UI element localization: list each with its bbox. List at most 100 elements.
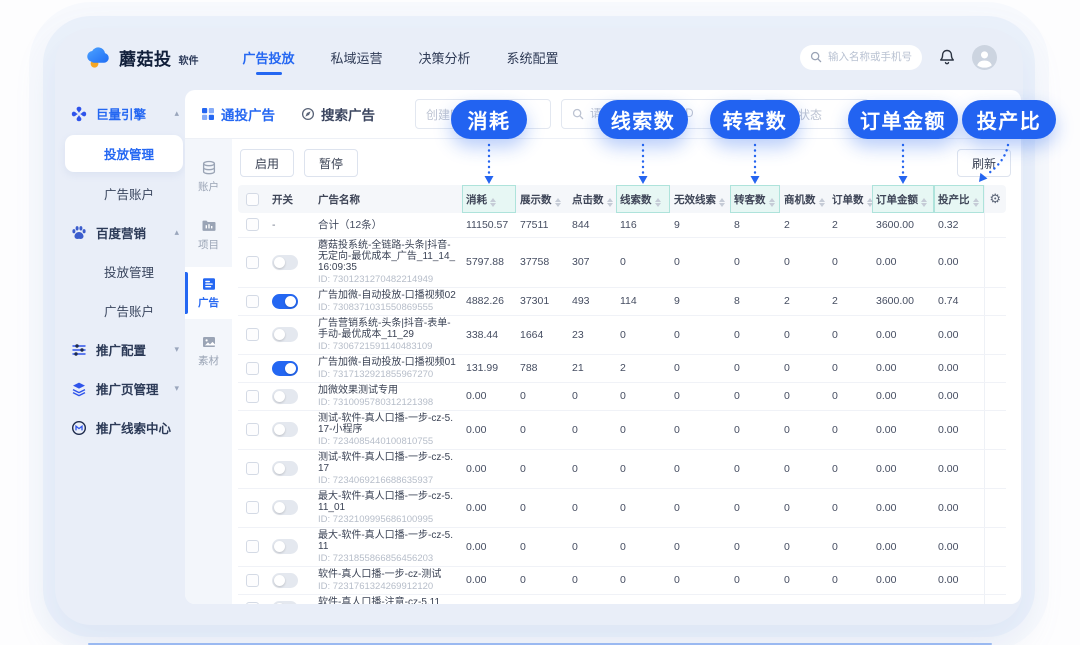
sidebar-group-baidu-paw[interactable]: 百度营销▴ <box>65 213 187 252</box>
tab-general-ads[interactable]: 通投广告 <box>201 104 275 124</box>
ad-toggle[interactable] <box>272 389 298 404</box>
sidebar-item[interactable]: 广告账户 <box>65 174 187 213</box>
sort-icon[interactable] <box>490 198 496 207</box>
ad-toggle[interactable] <box>272 327 298 342</box>
column-header[interactable]: 转客数 <box>730 185 780 213</box>
column-header[interactable]: 订单金额 <box>872 185 934 213</box>
pause-button[interactable]: 暂停 <box>304 149 358 177</box>
sort-icon[interactable] <box>769 198 775 207</box>
refresh-button[interactable]: 刷新 <box>957 149 1011 177</box>
topnav-item[interactable]: 私域运营 <box>331 40 383 75</box>
sidebar-group-sliders[interactable]: 推广配置▾ <box>65 330 187 369</box>
cell-value: 0.74 <box>934 287 984 315</box>
cell-value: 0 <box>828 410 872 449</box>
global-search[interactable] <box>800 45 922 70</box>
topnav-item[interactable]: 决策分析 <box>419 40 471 75</box>
sidebar-item[interactable]: 投放管理 <box>65 252 187 291</box>
cell-value: 0 <box>730 449 780 488</box>
checkbox-cell <box>238 527 268 566</box>
ad-toggle[interactable] <box>272 361 298 376</box>
row-checkbox[interactable] <box>246 574 259 587</box>
rail-item-ads[interactable]: 广告 <box>185 267 232 319</box>
sort-icon[interactable] <box>819 198 825 207</box>
sort-icon[interactable] <box>921 198 927 207</box>
tab-search-ads[interactable]: 搜索广告 <box>301 104 375 124</box>
sort-icon[interactable] <box>555 198 561 207</box>
cell-value: 0 <box>670 527 730 566</box>
row-checkbox[interactable] <box>246 602 259 605</box>
global-search-input[interactable] <box>828 51 914 63</box>
sidebar-group-ocean-engine[interactable]: 巨量引擎▴ <box>65 94 187 133</box>
row-checkbox[interactable] <box>246 462 259 475</box>
cell-value: 0.00 <box>462 527 516 566</box>
sidebar-item[interactable]: 广告账户 <box>65 291 187 330</box>
sort-icon[interactable] <box>973 198 979 207</box>
cell-value: 0 <box>730 354 780 382</box>
table-area: 启用 暂停 刷新 开关广告名称消耗 展示数点击数线索数无效线索转客数商机数订单数订… <box>232 139 1021 604</box>
column-header[interactable]: 广告名称 <box>314 185 462 213</box>
ad-name: 测试-软件-真人口播-一步-cz-5.17 <box>318 452 458 474</box>
sort-icon[interactable] <box>655 198 661 207</box>
ad-name: 加微效果测试专用 <box>318 385 458 396</box>
column-header[interactable]: 展示数 <box>516 185 568 213</box>
column-header[interactable]: 商机数 <box>780 185 828 213</box>
column-header[interactable]: 无效线索 <box>670 185 730 213</box>
sort-icon[interactable] <box>867 198 873 207</box>
gear-icon[interactable]: ⚙ <box>989 191 1001 206</box>
gear-cell <box>984 237 1006 287</box>
ad-toggle[interactable] <box>272 539 298 554</box>
avatar[interactable] <box>972 45 997 70</box>
column-header[interactable]: 线索数 <box>616 185 670 213</box>
rail-item-projects[interactable]: 项目 <box>185 209 232 261</box>
column-header[interactable]: 消耗 <box>462 185 516 213</box>
rail-item-materials[interactable]: 素材 <box>185 325 232 377</box>
row-checkbox[interactable] <box>246 328 259 341</box>
ad-toggle[interactable] <box>272 601 298 605</box>
row-checkbox[interactable] <box>246 218 259 231</box>
cell-value: 0.00 <box>934 315 984 354</box>
select-all-checkbox[interactable] <box>246 193 259 206</box>
switch-cell <box>268 237 314 287</box>
sidebar-group-label: 百度营销 <box>96 223 146 242</box>
checkbox-cell <box>238 449 268 488</box>
ad-id: ID: 7232109995686100995 <box>318 513 458 525</box>
enable-button[interactable]: 启用 <box>240 149 294 177</box>
ad-id: ID: 7231761324269912120 <box>318 580 458 592</box>
ad-toggle[interactable] <box>272 422 298 437</box>
cell-value: 0.00 <box>462 449 516 488</box>
cell-value: 0.00 <box>934 566 984 594</box>
bell-icon[interactable] <box>938 48 956 66</box>
row-checkbox[interactable] <box>246 256 259 269</box>
cell-value: 2 <box>780 213 828 237</box>
ads-icon <box>201 276 217 292</box>
row-checkbox[interactable] <box>246 362 259 375</box>
topnav-item[interactable]: 系统配置 <box>507 40 559 75</box>
rail-item-accounts[interactable]: 账户 <box>185 151 232 203</box>
ad-toggle[interactable] <box>272 461 298 476</box>
column-header[interactable]: 开关 <box>268 185 314 213</box>
row-checkbox[interactable] <box>246 423 259 436</box>
row-checkbox[interactable] <box>246 501 259 514</box>
sort-icon[interactable] <box>719 198 725 207</box>
ad-toggle[interactable] <box>272 573 298 588</box>
column-header[interactable]: 点击数 <box>568 185 616 213</box>
row-checkbox[interactable] <box>246 540 259 553</box>
cell-value: 0 <box>730 410 780 449</box>
row-checkbox[interactable] <box>246 390 259 403</box>
ad-toggle[interactable] <box>272 500 298 515</box>
row-checkbox[interactable] <box>246 295 259 308</box>
column-header[interactable]: 投产比 <box>934 185 984 213</box>
column-header[interactable]: 订单数 <box>828 185 872 213</box>
cell-value: 0 <box>516 594 568 604</box>
topnav-item[interactable]: 广告投放 <box>243 40 295 75</box>
ad-toggle[interactable] <box>272 255 298 270</box>
sidebar-group-layers[interactable]: 推广页管理▾ <box>65 369 187 408</box>
cell-value: 0 <box>780 382 828 410</box>
sidebar-group-leads-center[interactable]: 推广线索中心 <box>65 408 187 447</box>
sort-icon[interactable] <box>607 198 613 207</box>
cell-value: 9 <box>670 213 730 237</box>
cell-value: 8 <box>730 287 780 315</box>
sidebar-item[interactable]: 投放管理 <box>65 135 183 172</box>
column-header-label: 消耗 <box>466 194 487 206</box>
ad-toggle[interactable] <box>272 294 298 309</box>
